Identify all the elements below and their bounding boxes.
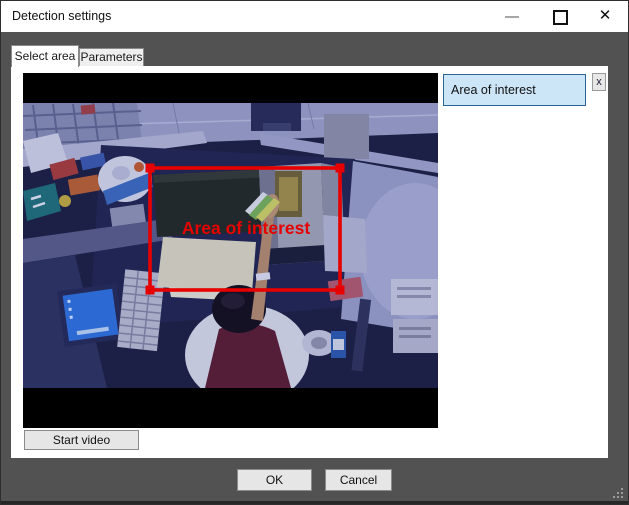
maximize-button[interactable]	[540, 1, 578, 32]
window-bottom-edge	[1, 501, 628, 504]
tab-parameters[interactable]: Parameters	[79, 48, 144, 66]
title-bar[interactable]: Detection settings ✕	[1, 1, 628, 32]
maximize-icon	[553, 10, 568, 25]
minimize-button[interactable]	[493, 1, 531, 32]
close-icon: ✕	[598, 7, 612, 24]
cancel-button[interactable]: Cancel	[325, 469, 392, 491]
roi-label: Area of interest	[182, 218, 311, 238]
resize-grip-icon[interactable]	[611, 486, 625, 500]
remove-area-button[interactable]: x	[592, 73, 606, 91]
roi-handle-top-left[interactable]	[145, 163, 155, 173]
camera-scene	[23, 103, 438, 388]
window-title: Detection settings	[12, 9, 112, 23]
minimize-icon	[505, 16, 519, 18]
start-video-button[interactable]: Start video	[24, 430, 139, 450]
detection-settings-dialog: Detection settings ✕ Select area Paramet…	[0, 0, 629, 505]
close-button[interactable]: ✕	[586, 1, 624, 32]
ok-button[interactable]: OK	[237, 469, 312, 491]
roi-handle-bottom-left[interactable]	[145, 285, 155, 295]
area-name-input[interactable]	[443, 74, 586, 106]
roi-handle-bottom-right[interactable]	[335, 285, 345, 295]
camera-frame-image: Area of interest	[23, 73, 438, 428]
select-area-tab-page: Area of interest x Start video	[11, 66, 608, 458]
tab-select-area[interactable]: Select area	[11, 45, 79, 67]
video-preview[interactable]: Area of interest	[23, 73, 438, 428]
roi-handle-top-right[interactable]	[335, 163, 345, 173]
